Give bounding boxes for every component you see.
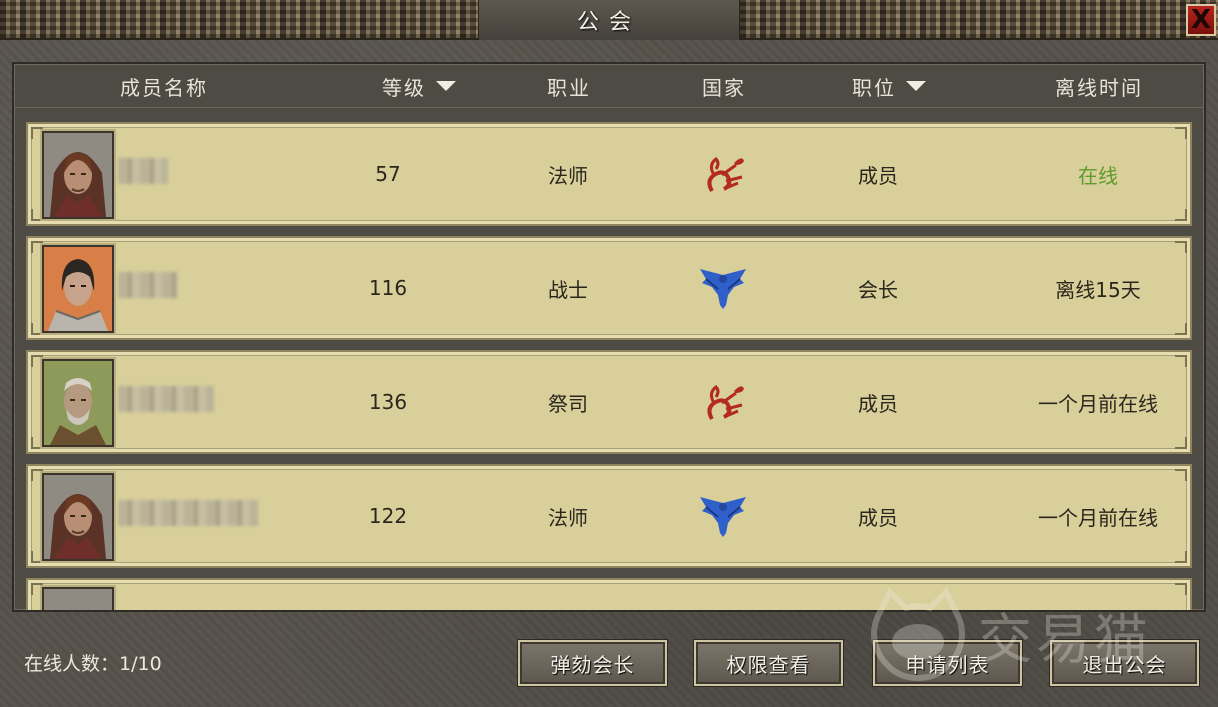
close-icon: X bbox=[1190, 5, 1212, 35]
scorpion-icon bbox=[707, 385, 744, 421]
member-class: 战士 bbox=[548, 277, 588, 302]
column-header-nation: 国家 bbox=[702, 75, 746, 100]
sort-caret-icon bbox=[906, 81, 926, 91]
hooded-mage-portrait bbox=[42, 131, 114, 219]
blurred-member-name bbox=[118, 158, 168, 184]
member-position: 成员 bbox=[858, 391, 898, 416]
blurred-member-name bbox=[118, 386, 214, 412]
application-list-button[interactable]: 申请列表 bbox=[873, 640, 1022, 686]
table-header: 成员名称 等级 职业 国家 职位 离线时间 bbox=[14, 64, 1204, 108]
column-header-position[interactable]: 职位 bbox=[814, 64, 964, 108]
member-level: 122 bbox=[368, 504, 408, 528]
member-class: 法师 bbox=[548, 163, 588, 188]
member-offline-status: 离线15天 bbox=[1055, 277, 1141, 302]
table-row[interactable]: 116 战士 会长 离线15天 bbox=[26, 236, 1192, 340]
window-title: 公会 bbox=[576, 10, 641, 35]
column-header-name: 成员名称 bbox=[120, 75, 208, 100]
table-row[interactable]: 136 祭司 成员 一个月前在线 bbox=[26, 350, 1192, 454]
column-header-class: 职业 bbox=[547, 75, 591, 100]
portrait bbox=[42, 587, 114, 610]
member-class: 法师 bbox=[548, 505, 588, 530]
close-button[interactable]: X bbox=[1186, 4, 1216, 36]
member-position: 成员 bbox=[858, 163, 898, 188]
member-offline-status: 在线 bbox=[1078, 163, 1118, 188]
impeach-leader-button[interactable]: 弹劾会长 bbox=[518, 640, 667, 686]
priest-portrait bbox=[42, 359, 114, 447]
scorpion-icon bbox=[707, 157, 744, 193]
hooded-mage-portrait bbox=[42, 473, 114, 561]
table-row[interactable]: 122 法师 成员 一个月前在线 bbox=[26, 464, 1192, 568]
table-row[interactable] bbox=[26, 578, 1192, 610]
blurred-member-name bbox=[118, 500, 258, 526]
sort-caret-icon bbox=[436, 81, 456, 91]
eagle-icon bbox=[700, 269, 746, 309]
title-plate: 公会 bbox=[478, 0, 740, 40]
view-permissions-button[interactable]: 权限查看 bbox=[694, 640, 843, 686]
member-position: 成员 bbox=[858, 505, 898, 530]
online-count: 在线人数：1/10 bbox=[24, 653, 162, 675]
warrior-portrait bbox=[42, 245, 114, 333]
leave-guild-button[interactable]: 退出公会 bbox=[1050, 640, 1199, 686]
member-list-panel: 成员名称 等级 职业 国家 职位 离线时间 57 法师 成员 在线 116 战士… bbox=[12, 62, 1206, 612]
eagle-icon bbox=[700, 497, 746, 537]
member-level: 57 bbox=[375, 162, 401, 186]
blurred-member-name bbox=[118, 272, 178, 298]
member-offline-status: 一个月前在线 bbox=[1038, 391, 1158, 416]
table-row[interactable]: 57 法师 成员 在线 bbox=[26, 122, 1192, 226]
member-level: 136 bbox=[368, 390, 408, 414]
column-header-level[interactable]: 等级 bbox=[344, 64, 494, 108]
column-header-offline-time: 离线时间 bbox=[1055, 75, 1143, 100]
member-position: 会长 bbox=[858, 277, 898, 302]
member-offline-status: 一个月前在线 bbox=[1038, 505, 1158, 530]
member-level: 116 bbox=[368, 276, 408, 300]
member-class: 祭司 bbox=[548, 391, 588, 416]
